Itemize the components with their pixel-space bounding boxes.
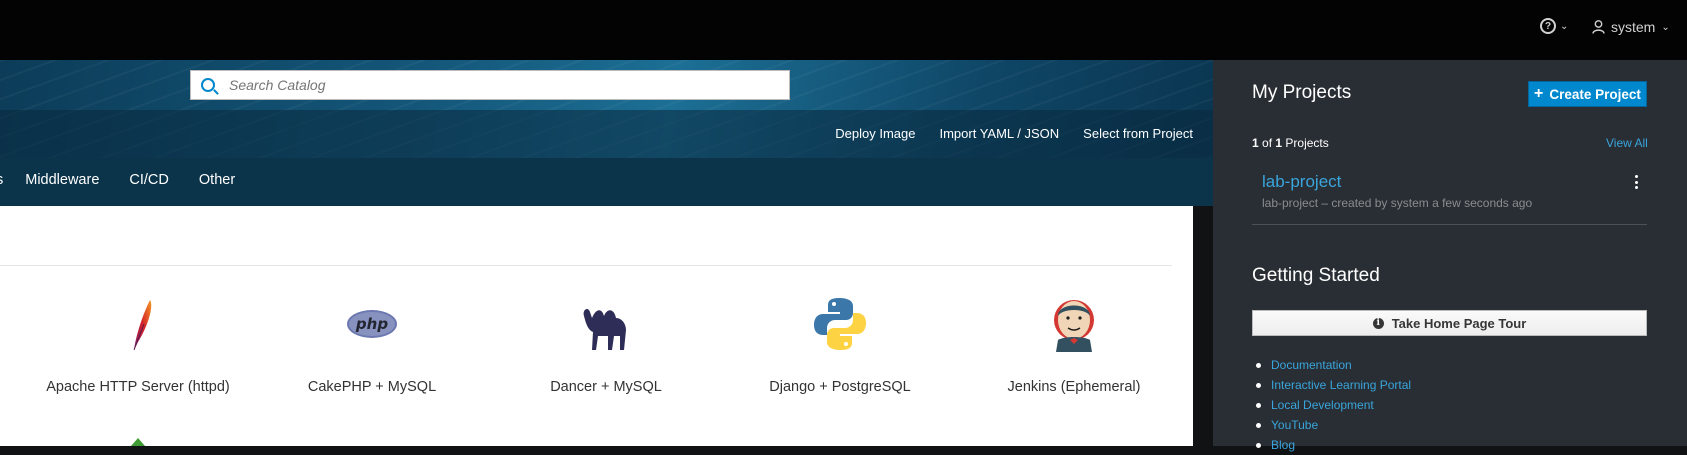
category-tab-cicd[interactable]: CI/CD xyxy=(129,172,168,188)
project-count: 1 of 1 Projects xyxy=(1252,136,1329,150)
my-projects-heading: My Projects xyxy=(1252,82,1352,103)
jenkins-icon xyxy=(1054,300,1094,352)
getting-started-heading: Getting Started xyxy=(1252,265,1380,286)
select-from-project-link[interactable]: Select from Project xyxy=(1083,126,1193,141)
view-all-link[interactable]: View All xyxy=(1606,136,1648,150)
php-icon: php xyxy=(347,310,397,338)
documentation-link[interactable]: Documentation xyxy=(1255,355,1411,375)
tile-label: Django + PostgreSQL xyxy=(769,379,911,395)
projects-sidebar: My Projects + Create Project 1 of 1 Proj… xyxy=(1213,60,1687,452)
category-tab-truncated[interactable]: s xyxy=(0,172,3,188)
catalog-action-bar: Deploy Image Import YAML / JSON Select f… xyxy=(0,110,1213,158)
help-menu[interactable]: ? ⌄ xyxy=(1540,18,1568,34)
user-menu[interactable]: system ⌄ xyxy=(1592,19,1670,35)
user-icon xyxy=(1592,20,1605,34)
project-link-lab-project[interactable]: lab-project xyxy=(1262,172,1341,192)
category-nav: s Middleware CI/CD Other xyxy=(0,158,1213,206)
catalog-tile-django[interactable]: Django + PostgreSQL xyxy=(740,296,940,395)
plus-icon: + xyxy=(1534,85,1544,102)
blog-link[interactable]: Blog xyxy=(1255,435,1411,455)
learning-portal-link[interactable]: Interactive Learning Portal xyxy=(1255,375,1411,395)
project-description: lab-project – created by system a few se… xyxy=(1262,196,1533,210)
tile-label: CakePHP + MySQL xyxy=(307,379,437,395)
category-tab-middleware[interactable]: Middleware xyxy=(25,172,99,188)
user-name: system xyxy=(1611,19,1656,35)
catalog-tile-jenkins[interactable]: Jenkins (Ephemeral) xyxy=(974,296,1174,395)
catalog-search[interactable] xyxy=(190,70,790,100)
take-tour-button[interactable]: i Take Home Page Tour xyxy=(1252,310,1647,336)
local-development-link[interactable]: Local Development xyxy=(1255,395,1411,415)
tile-label: Apache HTTP Server (httpd) xyxy=(46,379,230,395)
kebab-menu-icon[interactable] xyxy=(1632,174,1640,190)
tile-label: Dancer + MySQL xyxy=(550,379,662,395)
chevron-down-icon: ⌄ xyxy=(1560,20,1569,32)
catalog-tile-cakephp[interactable]: php CakePHP + MySQL xyxy=(272,296,472,395)
catalog-content: Apache HTTP Server (httpd) php CakePHP +… xyxy=(0,206,1193,446)
masthead: ? ⌄ system ⌄ xyxy=(0,0,1687,60)
help-icon: ? xyxy=(1540,18,1556,34)
getting-started-links: Documentation Interactive Learning Porta… xyxy=(1255,355,1411,455)
create-project-label: Create Project xyxy=(1549,86,1641,102)
tile-label: Jenkins (Ephemeral) xyxy=(1007,379,1141,395)
apache-feather-icon xyxy=(133,300,152,351)
take-tour-label: Take Home Page Tour xyxy=(1391,315,1527,331)
catalog-tile-httpd[interactable]: Apache HTTP Server (httpd) xyxy=(38,296,238,395)
divider xyxy=(1252,224,1647,225)
catalog-hero: Deploy Image Import YAML / JSON Select f… xyxy=(0,60,1213,206)
catalog-tile-dancer[interactable]: Dancer + MySQL xyxy=(506,296,706,395)
divider xyxy=(0,265,1172,266)
deploy-image-link[interactable]: Deploy Image xyxy=(835,126,915,141)
import-yaml-link[interactable]: Import YAML / JSON xyxy=(939,126,1059,141)
camel-icon xyxy=(583,309,626,350)
youtube-link[interactable]: YouTube xyxy=(1255,415,1411,435)
svg-text:php: php xyxy=(355,315,388,333)
python-icon xyxy=(814,298,866,350)
search-icon xyxy=(201,78,215,92)
info-icon: i xyxy=(1372,317,1384,329)
chevron-down-icon: ⌄ xyxy=(1661,21,1670,33)
partial-tile-icon xyxy=(131,438,145,446)
search-input[interactable] xyxy=(229,77,769,93)
category-tab-other[interactable]: Other xyxy=(199,172,235,188)
create-project-button[interactable]: + Create Project xyxy=(1528,81,1647,107)
